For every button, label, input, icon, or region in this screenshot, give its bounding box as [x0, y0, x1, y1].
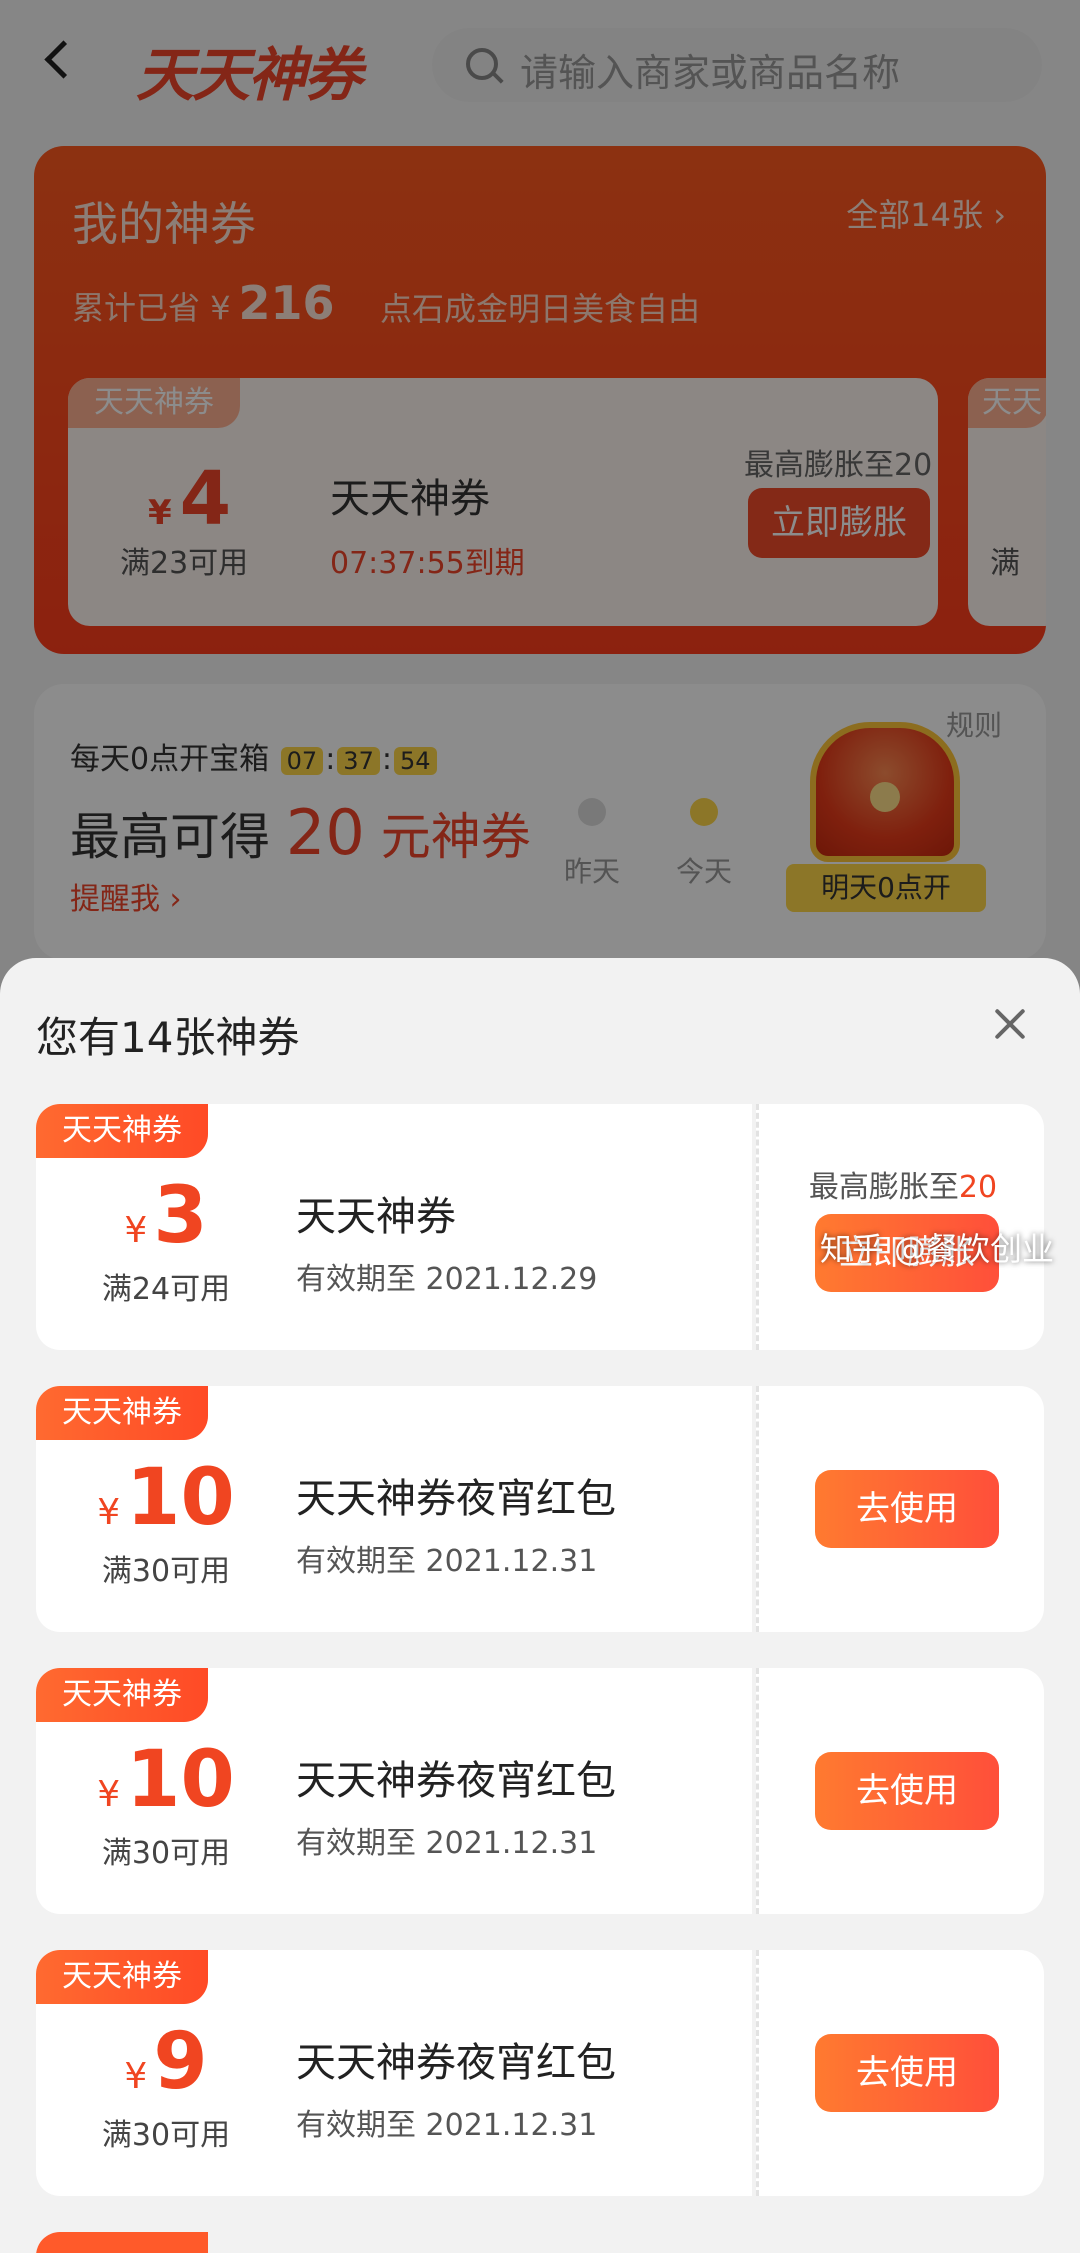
coupon-expire: 有效期至 2021.12.29 [296, 1262, 598, 1297]
currency-symbol: ¥ [124, 2056, 148, 2097]
coupon-name: 天天神券 [296, 1194, 456, 1240]
coupon-condition: 满24可用 [101, 1272, 231, 1307]
coupon-condition: 满30可用 [101, 2118, 231, 2153]
coupon-tag: 天天神券 [36, 1386, 208, 1440]
coupon-body: 天天神券 ¥9 满30可用 天天神券夜宵红包 有效期至 2021.12.31 [36, 1950, 752, 2196]
coupon-expire: 有效期至 2021.12.31 [296, 2108, 598, 2143]
currency-symbol: ¥ [97, 1774, 121, 1815]
coupon-body: 天天神券 ¥10 满30可用 天天神券夜宵红包 有效期至 2021.12.31 [36, 1386, 752, 1632]
coupon-card[interactable]: 天天神券 ¥10 满30可用 天天神券夜宵红包 有效期至 2021.12.31 … [36, 1668, 1044, 1914]
coupon-tag: 天天神券 [36, 1950, 208, 2004]
watermark: 知乎 @餐饮创业 [819, 1230, 1054, 1268]
next-coupon-peek [36, 2232, 208, 2253]
coupon-action-area: 去使用 [756, 1668, 1044, 1914]
coupon-amount: 3 [153, 1171, 208, 1261]
coupon-action-area: 去使用 [756, 1950, 1044, 2196]
coupon-name: 天天神券夜宵红包 [296, 2040, 616, 2086]
sheet-title: 您有14张神券 [36, 1013, 300, 1062]
coupon-condition: 满30可用 [101, 1836, 231, 1871]
use-button[interactable]: 去使用 [815, 1470, 999, 1548]
currency-symbol: ¥ [124, 1210, 148, 1251]
coupon-name: 天天神券夜宵红包 [296, 1476, 616, 1522]
inflate-label: 最高膨胀至20 [759, 1162, 1047, 1206]
use-button[interactable]: 去使用 [815, 1752, 999, 1830]
coupon-amount: 10 [126, 1735, 235, 1825]
inflate-label-value: 20 [958, 1170, 998, 1205]
coupon-body: 天天神券 ¥10 满30可用 天天神券夜宵红包 有效期至 2021.12.31 [36, 1668, 752, 1914]
use-button[interactable]: 去使用 [815, 2034, 999, 2112]
coupon-amount: 9 [153, 2017, 208, 2107]
coupon-card[interactable]: 天天神券 ¥9 满30可用 天天神券夜宵红包 有效期至 2021.12.31 去… [36, 1950, 1044, 2196]
currency-symbol: ¥ [97, 1492, 121, 1533]
coupon-name: 天天神券夜宵红包 [296, 1758, 616, 1804]
close-icon[interactable] [986, 1000, 1036, 1050]
coupon-tag: 天天神券 [36, 1668, 208, 1722]
coupon-condition: 满30可用 [101, 1554, 231, 1589]
coupon-amount: 10 [126, 1453, 235, 1543]
coupon-card[interactable]: 天天神券 ¥10 满30可用 天天神券夜宵红包 有效期至 2021.12.31 … [36, 1386, 1044, 1632]
coupon-expire: 有效期至 2021.12.31 [296, 1826, 598, 1861]
inflate-label-prefix: 最高膨胀至 [808, 1170, 959, 1205]
coupon-sheet: 您有14张神券 天天神券 ¥3 满24可用 天天神券 有效期至 2021.12.… [0, 958, 1080, 2253]
coupon-expire: 有效期至 2021.12.31 [296, 1544, 598, 1579]
coupon-action-area: 去使用 [756, 1386, 1044, 1632]
coupon-body: 天天神券 ¥3 满24可用 天天神券 有效期至 2021.12.29 [36, 1104, 752, 1350]
coupon-tag: 天天神券 [36, 1104, 208, 1158]
